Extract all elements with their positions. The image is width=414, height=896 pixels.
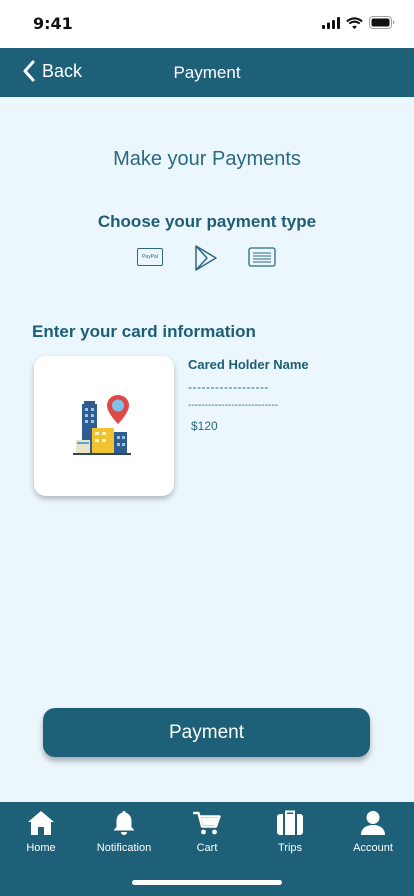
nav-bar: Back Payment	[0, 48, 414, 97]
signal-icon	[322, 16, 340, 29]
city-location-icon	[73, 395, 131, 455]
tab-trips-label: Trips	[277, 842, 303, 854]
tab-cart[interactable]: Cart	[167, 810, 247, 854]
tab-account[interactable]: Account	[333, 810, 413, 854]
status-bar: 9:41	[0, 0, 414, 48]
tab-bar: Home Notification Cart Trips Account	[0, 802, 414, 896]
card-icon[interactable]	[248, 247, 276, 267]
card-section-title: Enter your card information	[32, 322, 256, 341]
tab-cart-label: Cart	[196, 842, 218, 854]
payment-type-title: Choose your payment type	[97, 212, 317, 231]
tab-notification[interactable]: Notification	[84, 810, 164, 854]
page-title: Payment	[173, 63, 241, 82]
payment-amount: $120	[191, 419, 218, 433]
card-expiry-field[interactable]: ---------------------------	[188, 400, 278, 411]
bell-icon	[113, 811, 135, 835]
wifi-icon	[346, 16, 363, 29]
home-indicator	[132, 880, 282, 885]
tab-account-label: Account	[353, 842, 393, 854]
status-time: 9:41	[33, 14, 73, 33]
suitcase-icon	[277, 810, 303, 835]
tab-notification-label: Notification	[96, 842, 152, 854]
card-image	[34, 356, 174, 496]
battery-icon	[369, 16, 395, 29]
paypal-icon[interactable]: PayPal	[137, 248, 163, 266]
tab-home[interactable]: Home	[1, 810, 81, 854]
payment-type-options: PayPal	[0, 244, 414, 272]
home-icon	[28, 811, 54, 835]
paypal-label: PayPal	[142, 254, 158, 260]
play-icon[interactable]	[193, 244, 219, 272]
payment-button[interactable]: Payment	[43, 708, 370, 757]
card-number-field[interactable]: ------------------	[188, 380, 269, 394]
person-icon	[361, 811, 385, 835]
tab-home-label: Home	[26, 842, 56, 854]
tab-trips[interactable]: Trips	[250, 810, 330, 854]
headline: Make your Payments	[113, 148, 301, 170]
card-holder-name[interactable]: Cared Holder Name	[188, 357, 309, 372]
cart-icon	[193, 811, 221, 835]
status-icons	[322, 16, 396, 29]
